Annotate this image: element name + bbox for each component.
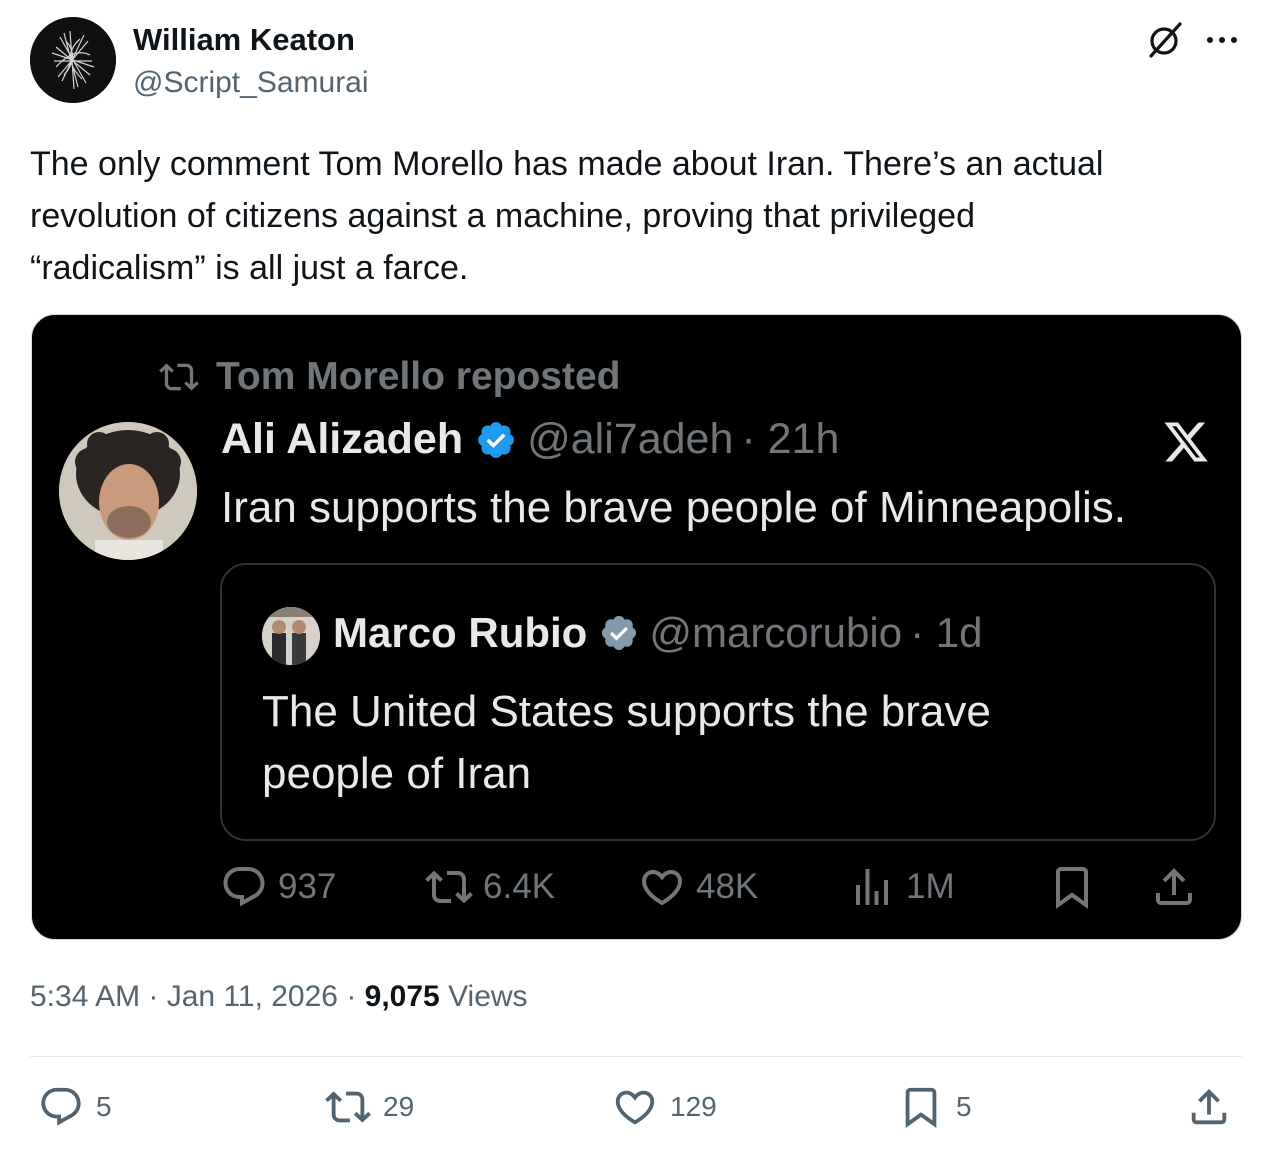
author-handle[interactable]: @Script_Samurai — [133, 66, 369, 100]
rubio-handle: @marcorubio — [649, 609, 903, 656]
heart-icon — [641, 870, 683, 906]
ali-tweet-text: Iran supports the brave people of Minnea… — [221, 483, 1127, 532]
ali-name: Ali Alizadeh — [221, 415, 464, 463]
repost-indicator: Tom Morello reposted — [156, 355, 620, 399]
author-avatar[interactable] — [30, 17, 116, 103]
embedded-views-count: 1M — [906, 867, 955, 906]
share-icon — [1156, 868, 1192, 905]
share-button[interactable] — [1186, 1084, 1232, 1130]
rubio-tweet-text: The United States supports the brave peo… — [262, 681, 991, 805]
embedded-screenshot[interactable]: Tom Morello reposted Ali Alizadeh @ali7a… — [31, 314, 1242, 940]
verified-badge-icon — [478, 421, 515, 458]
rubio-avatar — [262, 607, 320, 665]
reply-count: 5 — [96, 1091, 112, 1122]
repost-icon — [159, 363, 199, 391]
like-count: 129 — [670, 1091, 717, 1122]
post-text: The only comment Tom Morello has made ab… — [30, 138, 1240, 294]
rubio-text-line: people of Iran — [262, 749, 532, 798]
post-text-line: revolution of citizens against a machine… — [30, 197, 975, 235]
embedded-replies: 937 — [220, 863, 336, 911]
grok-icon[interactable] — [1143, 18, 1187, 62]
ali-tweet-header: Ali Alizadeh @ali7adeh · 21h — [221, 415, 839, 464]
reply-button[interactable]: 5 — [38, 1084, 112, 1130]
embedded-likes-count: 48K — [696, 867, 759, 906]
embedded-reposts: 6.4K — [425, 863, 555, 911]
post-text-line: “radicalism” is all just a farce. — [30, 249, 469, 287]
repost-button[interactable]: 29 — [325, 1084, 414, 1130]
repost-count: 29 — [383, 1091, 415, 1122]
like-button[interactable]: 129 — [612, 1084, 717, 1130]
reply-icon — [223, 867, 265, 907]
rubio-time: · 1d — [910, 609, 983, 656]
ali-handle: @ali7adeh — [527, 415, 734, 463]
embedded-bookmark — [1048, 863, 1096, 911]
bookmark-icon — [905, 1087, 937, 1128]
ali-time: · 21h — [741, 415, 840, 463]
views-count: 9,075 — [364, 980, 440, 1013]
action-bar: 5 29 129 5 — [0, 1084, 1276, 1140]
embedded-likes: 48K — [638, 863, 758, 911]
embedded-share — [1150, 863, 1198, 911]
heart-icon — [615, 1090, 655, 1125]
quoted-tweet: Marco Rubio @marcorubio · 1d The United … — [220, 563, 1216, 841]
repost-icon — [325, 1091, 371, 1123]
repost-label: Tom Morello reposted — [216, 355, 621, 398]
rubio-text-line: The United States supports the brave — [262, 687, 991, 736]
repost-icon — [425, 870, 473, 904]
bookmark-button[interactable]: 5 — [898, 1084, 972, 1130]
share-icon — [1191, 1088, 1227, 1125]
embedded-replies-count: 937 — [278, 867, 337, 906]
bookmark-count: 5 — [956, 1091, 972, 1122]
ali-avatar — [59, 422, 197, 560]
embedded-action-bar: 937 6.4K 48K 1M — [220, 863, 1220, 919]
embedded-reposts-count: 6.4K — [483, 867, 555, 906]
rubio-tweet-header: Marco Rubio @marcorubio · 1d — [333, 609, 982, 657]
author-name[interactable]: William Keaton — [133, 22, 355, 58]
reply-icon — [41, 1087, 81, 1126]
bookmark-icon — [1056, 867, 1088, 909]
views-chart-icon — [856, 869, 888, 905]
more-options-icon[interactable] — [1200, 20, 1244, 60]
x-logo-icon — [1164, 422, 1208, 462]
post-timestamp: 5:34 AM · Jan 11, 2026 · 9,075 Views — [30, 980, 528, 1014]
views-label: Views — [448, 980, 528, 1013]
divider — [30, 1056, 1242, 1057]
post-text-line: The only comment Tom Morello has made ab… — [30, 145, 1104, 183]
verified-badge-gray-icon — [602, 615, 637, 651]
embedded-views: 1M — [848, 863, 955, 911]
post-time[interactable]: 5:34 AM · Jan 11, 2026 · — [30, 980, 356, 1013]
rubio-name: Marco Rubio — [333, 609, 588, 656]
